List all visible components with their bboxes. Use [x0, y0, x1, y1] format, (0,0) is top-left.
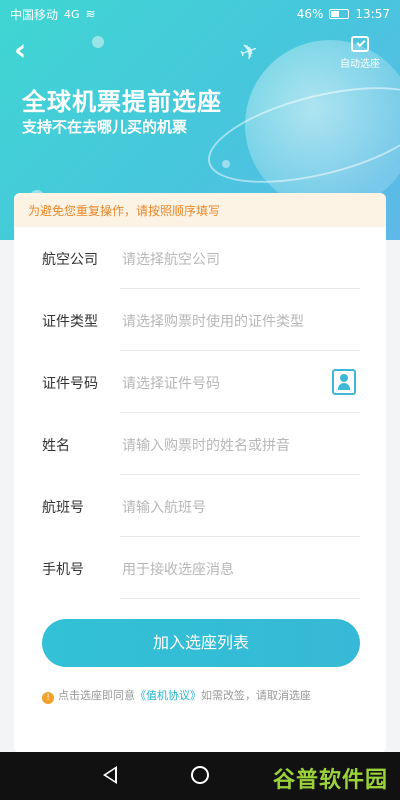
nav-back-icon[interactable]	[103, 766, 117, 784]
bubble	[92, 36, 104, 48]
notice-banner: 为避免您重复操作，请按照顺序填写	[14, 193, 386, 227]
id-type-select[interactable]: 请选择购票时使用的证件类型	[122, 311, 342, 331]
field-label: 证件号码	[42, 376, 98, 392]
field-label: 航空公司	[42, 252, 98, 268]
add-to-list-button[interactable]: 加入选座列表	[42, 619, 360, 667]
auto-select-button[interactable]: 自动选座	[332, 36, 388, 70]
agreement-link[interactable]: 《值机协议》	[135, 689, 201, 702]
system-nav-bar: 谷普软件园	[0, 752, 400, 800]
time: 13:57	[355, 7, 390, 21]
contact-card-icon[interactable]	[332, 369, 356, 395]
page-subtitle: 支持不在去哪儿买的机票	[22, 118, 188, 136]
auto-select-label: 自动选座	[340, 59, 380, 70]
flight-number-row[interactable]: 航班号 请输入航班号	[14, 475, 386, 537]
back-arrow-icon[interactable]: ‹	[14, 36, 44, 66]
signal-icon: 4G	[64, 7, 80, 21]
page-title: 全球机票提前选座	[22, 88, 222, 116]
carrier-name: 中国移动	[10, 7, 59, 22]
field-label: 证件类型	[42, 314, 98, 330]
wifi-icon: ≋	[85, 7, 96, 21]
field-label: 姓名	[42, 438, 70, 454]
agreement-suffix: 如需改签，请取消选座	[201, 689, 311, 702]
name-input[interactable]: 请输入购票时的姓名或拼音	[122, 435, 342, 455]
airline-select[interactable]: 请选择航空公司	[122, 249, 342, 269]
airline-row[interactable]: 航空公司 请选择航空公司	[14, 227, 386, 289]
id-type-row[interactable]: 证件类型 请选择购票时使用的证件类型	[14, 289, 386, 351]
watermark-text: 谷普软件园	[272, 768, 388, 793]
agreement-prefix: 点击选座即同意	[58, 689, 135, 702]
agreement-text: ! 点击选座即同意《值机协议》如需改签，请取消选座	[42, 687, 362, 705]
name-row[interactable]: 姓名 请输入购票时的姓名或拼音	[14, 413, 386, 475]
airplane-icon: ✈	[236, 37, 263, 68]
id-number-select[interactable]: 请选择证件号码	[122, 373, 342, 393]
phone-input[interactable]: 用于接收选座消息	[122, 559, 342, 579]
checkbox-icon	[351, 36, 369, 52]
field-label: 手机号	[42, 562, 84, 578]
flight-number-input[interactable]: 请输入航班号	[122, 497, 342, 517]
status-bar: 中国移动 4G ≋ 46% 13:57	[0, 0, 400, 28]
battery-percent: 46%	[296, 7, 324, 21]
divider	[120, 598, 360, 599]
form-card: 为避免您重复操作，请按照顺序填写 航空公司 请选择航空公司 证件类型 请选择购票…	[14, 193, 386, 753]
battery-icon	[329, 9, 350, 19]
field-label: 航班号	[42, 500, 84, 516]
warning-icon: !	[42, 692, 54, 704]
bubble	[222, 160, 230, 168]
id-number-row[interactable]: 证件号码 请选择证件号码	[14, 351, 386, 413]
phone-row[interactable]: 手机号 用于接收选座消息	[14, 537, 386, 599]
nav-home-icon[interactable]	[191, 766, 209, 784]
